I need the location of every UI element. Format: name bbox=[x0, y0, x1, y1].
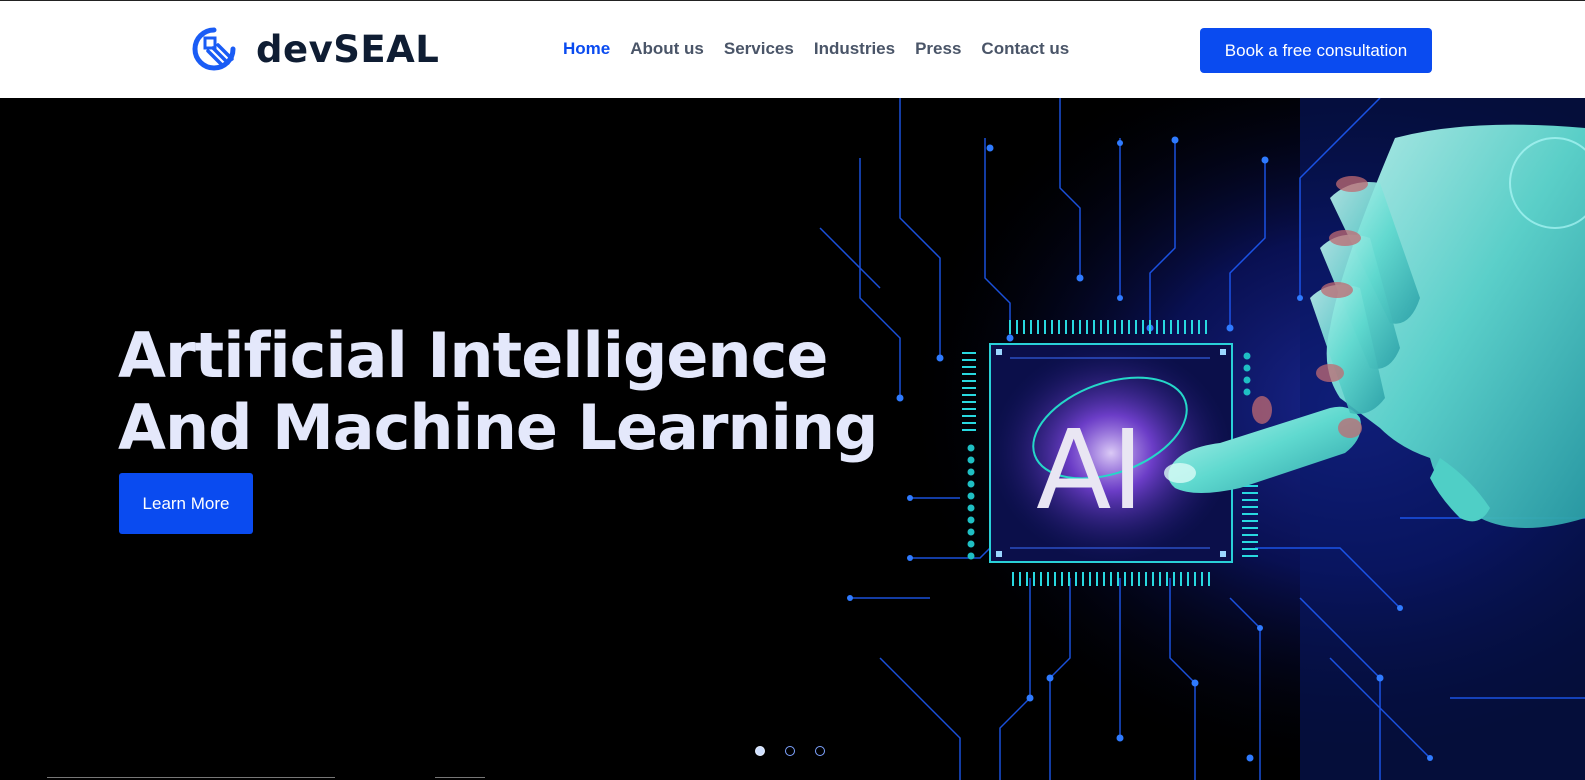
scroll-divider bbox=[47, 777, 335, 778]
hero-title-line-1: Artificial Intelligence bbox=[118, 319, 828, 392]
hero-title: Artificial Intelligence And Machine Lear… bbox=[118, 320, 878, 464]
slider-pagination bbox=[755, 746, 845, 756]
hero-slider: AI Artificial Intelligence And Machine L… bbox=[0, 98, 1585, 780]
brand-logo[interactable]: devSEAL bbox=[192, 27, 439, 71]
nav-about-us[interactable]: About us bbox=[630, 39, 704, 59]
learn-more-button[interactable]: Learn More bbox=[119, 473, 253, 534]
site-header: devSEAL Home About us Services Industrie… bbox=[0, 0, 1585, 98]
slide-dot-3[interactable] bbox=[815, 746, 825, 756]
slide-dot-1[interactable] bbox=[755, 746, 765, 756]
nav-press[interactable]: Press bbox=[915, 39, 961, 59]
nav-contact-us[interactable]: Contact us bbox=[981, 39, 1069, 59]
scroll-divider bbox=[435, 777, 485, 778]
ai-chip-label: AI bbox=[1036, 406, 1144, 534]
brand-name: devSEAL bbox=[256, 27, 440, 71]
slide-dot-2[interactable] bbox=[785, 746, 795, 756]
nav-industries[interactable]: Industries bbox=[814, 39, 895, 59]
main-nav: Home About us Services Industries Press … bbox=[563, 39, 1089, 59]
nav-services[interactable]: Services bbox=[724, 39, 794, 59]
devseal-logo-icon bbox=[192, 27, 236, 71]
book-consultation-button[interactable]: Book a free consultation bbox=[1200, 28, 1432, 73]
hero-title-line-2: And Machine Learning bbox=[118, 391, 878, 464]
nav-home[interactable]: Home bbox=[563, 39, 610, 59]
